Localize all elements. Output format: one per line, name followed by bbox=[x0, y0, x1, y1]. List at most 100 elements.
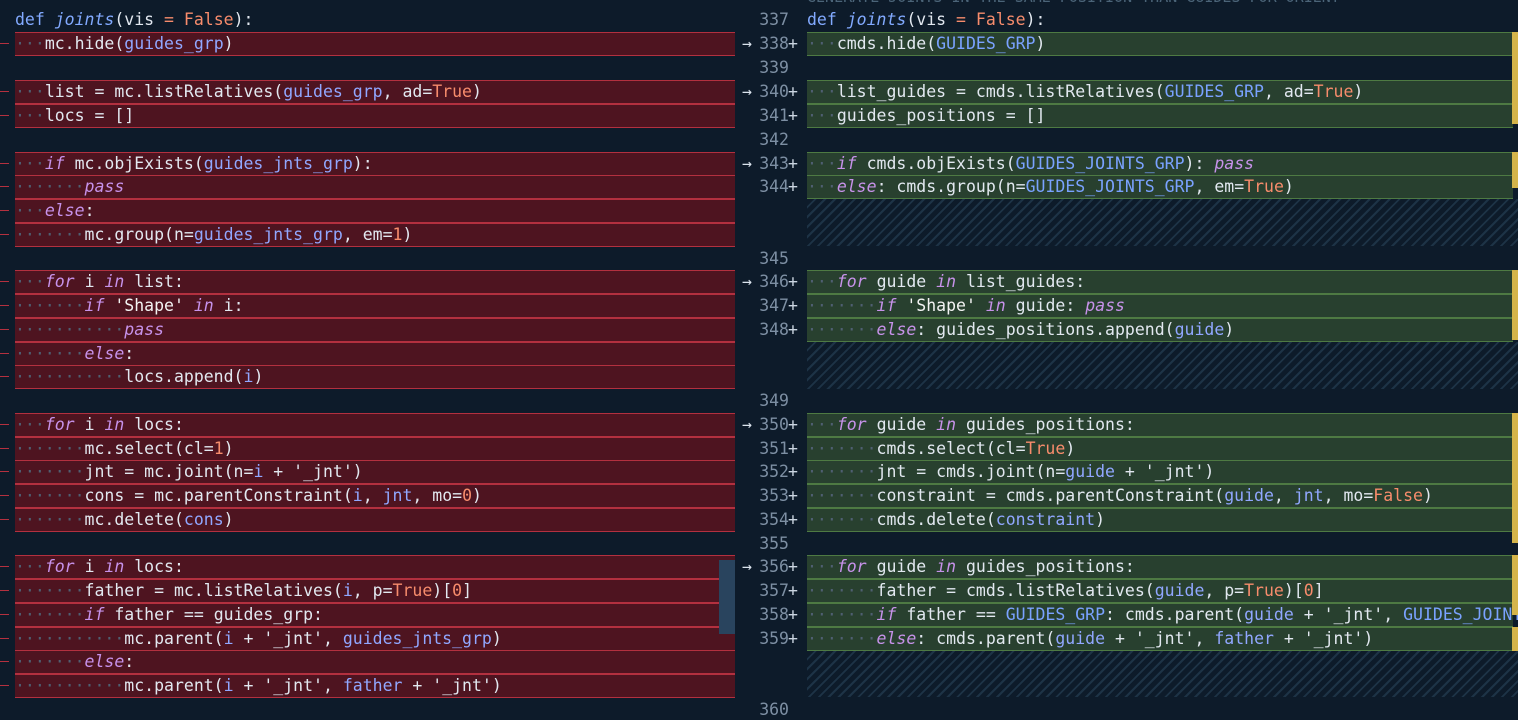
code-token: else bbox=[84, 652, 125, 671]
deleted-line[interactable]: ·······father = mc.listRelatives(i, p=Tr… bbox=[15, 579, 735, 603]
deleted-line[interactable]: ·······if father == guides_grp: bbox=[15, 603, 735, 627]
deleted-line[interactable]: ···for i in list: bbox=[15, 270, 735, 294]
inserted-line[interactable]: ···cmds.hide(GUIDES_GRP) bbox=[807, 32, 1513, 56]
inserted-line[interactable]: ·······if 'Shape' in guide: pass bbox=[807, 294, 1513, 318]
left-diff-pane[interactable]: def joints(vis = False): ···mc.hide(guide… bbox=[0, 0, 736, 720]
deleted-line[interactable]: ···list = mc.listRelatives(guides_grp, a… bbox=[15, 80, 735, 104]
inserted-line[interactable]: ···for guide in guides_positions: bbox=[807, 413, 1513, 437]
inserted-line[interactable]: ·······jnt = cmds.joint(n=guide + '_jnt'… bbox=[807, 460, 1513, 484]
code-token: jnt = cmds.joint(n= bbox=[876, 462, 1066, 481]
code-token: ··········· bbox=[15, 320, 125, 339]
code-line[interactable]: def joints(vis = False): bbox=[807, 8, 1513, 32]
deleted-line[interactable]: ···········locs.append(i) bbox=[15, 365, 735, 389]
inserted-line[interactable]: ···if cmds.objExists(GUIDES_JOINTS_GRP):… bbox=[807, 152, 1513, 176]
line-number: 348 bbox=[759, 320, 789, 339]
code-token: = False bbox=[956, 10, 1026, 29]
deleted-line[interactable]: ···mc.hide(guides_grp) bbox=[15, 32, 735, 56]
code-line[interactable] bbox=[15, 56, 735, 80]
code-token: list_guides = cmds.listRelatives( bbox=[836, 82, 1165, 101]
right-diff-pane[interactable]: GENERATE JOINTS IN THE SAME POSITION THA… bbox=[736, 0, 1518, 720]
code-token: ) bbox=[1224, 320, 1235, 339]
code-token: ): bbox=[233, 10, 254, 29]
code-line[interactable] bbox=[807, 532, 1513, 556]
code-token: guides_grp bbox=[283, 82, 383, 101]
overview-ruler-mark bbox=[1512, 555, 1518, 615]
inserted-line[interactable]: ·······cmds.delete(constraint) bbox=[807, 508, 1513, 532]
code-token: ··· bbox=[807, 106, 837, 125]
deletion-marker bbox=[0, 115, 9, 116]
inserted-line[interactable]: ···list_guides = cmds.listRelatives(GUID… bbox=[807, 80, 1513, 104]
code-line[interactable] bbox=[15, 389, 735, 413]
inserted-line[interactable]: ·······constraint = cmds.parentConstrain… bbox=[807, 484, 1513, 508]
code-text: ·······constraint = cmds.parentConstrain… bbox=[807, 484, 1433, 508]
code-line[interactable] bbox=[15, 247, 735, 271]
code-line[interactable]: def joints(vis = False): bbox=[15, 8, 735, 32]
deleted-line[interactable]: ···else: bbox=[15, 199, 735, 223]
deleted-line[interactable]: ·······else: bbox=[15, 650, 735, 674]
code-text: ·······jnt = mc.joint(n=i + '_jnt') bbox=[15, 460, 363, 484]
deleted-line[interactable]: ···locs = [] bbox=[15, 104, 735, 128]
deleted-line[interactable]: ·······jnt = mc.joint(n=i + '_jnt') bbox=[15, 460, 735, 484]
code-text: ···list = mc.listRelatives(guides_grp, a… bbox=[15, 80, 482, 104]
code-token: , mo= bbox=[412, 486, 463, 505]
inserted-line[interactable]: ·······if father == GUIDES_GRP: cmds.par… bbox=[807, 603, 1518, 627]
code-line[interactable] bbox=[807, 698, 1513, 720]
deleted-line[interactable]: ·······mc.group(n=guides_jnts_grp, em=1) bbox=[15, 223, 735, 247]
code-line[interactable] bbox=[15, 532, 735, 556]
code-token: ······· bbox=[807, 439, 877, 458]
code-token: guide bbox=[876, 415, 937, 434]
code-line[interactable] bbox=[807, 247, 1513, 271]
deleted-line[interactable]: ·······cons = mc.parentConstraint(i, jnt… bbox=[15, 484, 735, 508]
code-token: ··· bbox=[807, 415, 837, 434]
line-number: 352 bbox=[759, 462, 789, 481]
deleted-line[interactable]: ·······if 'Shape' in i: bbox=[15, 294, 735, 318]
revert-arrow-icon[interactable]: → bbox=[736, 270, 758, 294]
deleted-line[interactable]: ···········mc.parent(i + '_jnt', father … bbox=[15, 674, 735, 698]
code-token: guides_grp bbox=[124, 34, 224, 53]
code-token: joints bbox=[846, 10, 907, 29]
deleted-line[interactable]: ·······pass bbox=[15, 175, 735, 199]
code-token: ······· bbox=[15, 296, 85, 315]
line-number: 359 bbox=[759, 629, 789, 648]
deleted-line[interactable]: ···········pass bbox=[15, 318, 735, 342]
code-token: ] bbox=[462, 581, 473, 600]
code-line[interactable] bbox=[807, 56, 1513, 80]
code-line[interactable] bbox=[15, 698, 735, 720]
revert-arrow-icon[interactable]: → bbox=[736, 152, 758, 176]
inserted-line[interactable]: ···for guide in list_guides: bbox=[807, 270, 1513, 294]
code-line[interactable] bbox=[15, 128, 735, 152]
inserted-line[interactable]: ·······else: cmds.parent(guide + '_jnt',… bbox=[807, 627, 1513, 651]
code-token: : cmds.parent( bbox=[1105, 605, 1245, 624]
scrollbar-thumb[interactable] bbox=[719, 560, 735, 634]
deleted-line[interactable]: ···if mc.objExists(guides_jnts_grp): bbox=[15, 152, 735, 176]
deleted-line[interactable]: ···for i in locs: bbox=[15, 555, 735, 579]
plus-icon: + bbox=[788, 34, 798, 53]
code-line[interactable] bbox=[807, 128, 1513, 152]
code-token: ······· bbox=[807, 605, 877, 624]
inserted-line[interactable]: ···else: cmds.group(n=GUIDES_JOINTS_GRP,… bbox=[807, 175, 1513, 199]
deleted-line[interactable]: ·······else: bbox=[15, 342, 735, 366]
revert-arrow-icon[interactable]: → bbox=[736, 32, 758, 56]
inserted-line[interactable]: ·······cmds.select(cl=True) bbox=[807, 437, 1513, 461]
deleted-line[interactable]: ·······mc.delete(cons) bbox=[15, 508, 735, 532]
inserted-line[interactable]: ·······father = cmds.listRelatives(guide… bbox=[807, 579, 1513, 603]
deletion-marker bbox=[0, 163, 9, 164]
inserted-line[interactable]: ···for guide in guides_positions: bbox=[807, 555, 1513, 579]
code-token: father bbox=[1214, 629, 1274, 648]
code-token: ··· bbox=[807, 272, 837, 291]
revert-arrow-icon[interactable]: → bbox=[736, 555, 758, 579]
revert-arrow-icon[interactable]: → bbox=[736, 80, 758, 104]
code-line[interactable] bbox=[807, 389, 1513, 413]
inserted-line[interactable]: ···guides_positions = [] bbox=[807, 104, 1513, 128]
code-token: mc.parent( bbox=[124, 676, 224, 695]
deleted-line[interactable]: ···for i in locs: bbox=[15, 413, 735, 437]
code-text: ·······else: cmds.parent(guide + '_jnt',… bbox=[807, 627, 1373, 651]
code-token: in bbox=[936, 557, 966, 576]
inserted-line[interactable]: ·······else: guides_positions.append(gui… bbox=[807, 318, 1513, 342]
deleted-line[interactable]: ···········mc.parent(i + '_jnt', guides_… bbox=[15, 627, 735, 651]
deletion-marker bbox=[0, 661, 9, 662]
line-number: 360 bbox=[759, 700, 789, 719]
revert-arrow-icon[interactable]: → bbox=[736, 413, 758, 437]
code-token: def bbox=[807, 10, 847, 29]
deleted-line[interactable]: ·······mc.select(cl=1) bbox=[15, 437, 735, 461]
